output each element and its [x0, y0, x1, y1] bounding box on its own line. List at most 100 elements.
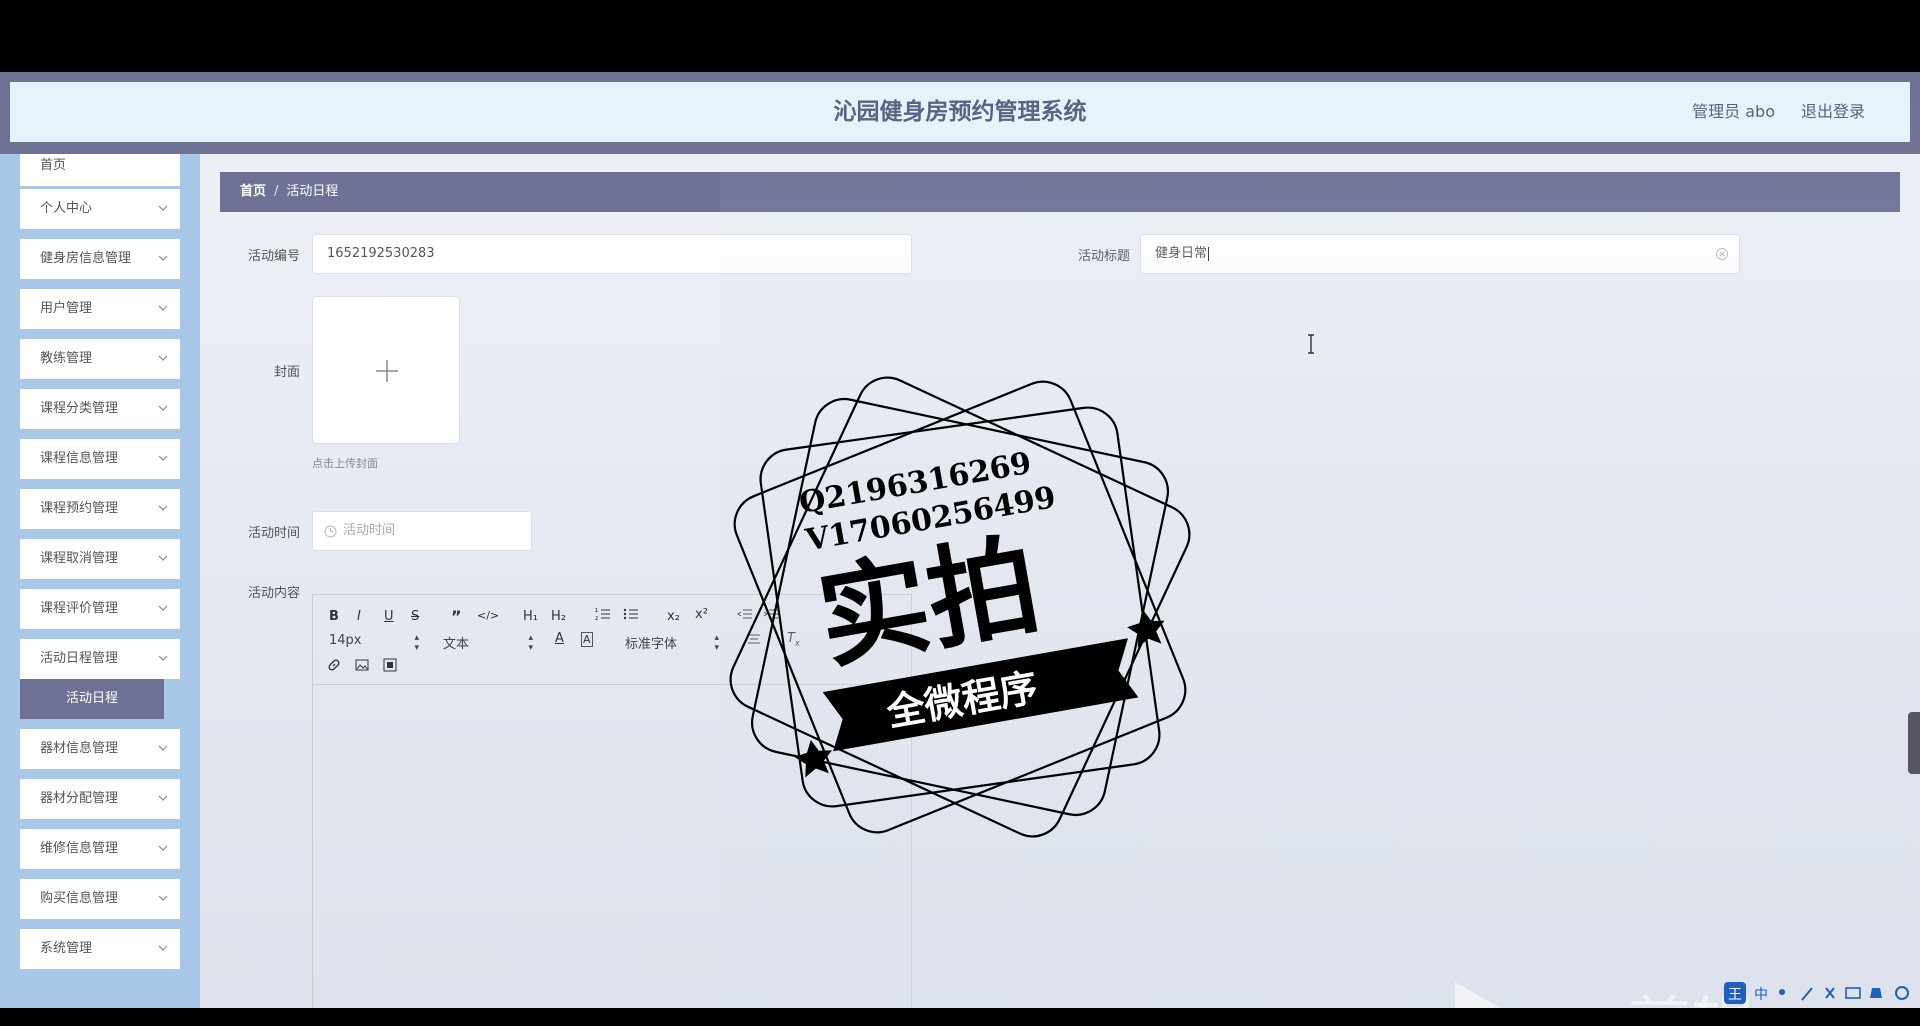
- sidebar-item-label: 器材信息管理: [40, 741, 119, 756]
- sidebar-item-label: 健身房信息管理: [40, 251, 132, 266]
- sidebar: 首页 个人中心 健身房信息管理 用户管理 教练管理 课程分类管理 课程信息管理 …: [0, 154, 200, 1008]
- font-family-value: 标准字体: [625, 637, 678, 652]
- sidebar-item-label: 课程预约管理: [40, 501, 119, 516]
- sidebar-item-label: 系统管理: [40, 941, 93, 956]
- watermark-stamp: Q2196316269 V17060256499 实拍 全微程序: [729, 376, 1191, 838]
- activity-time-placeholder: 活动时间: [343, 523, 396, 538]
- svg-text:2: 2: [595, 616, 598, 621]
- sidebar-item-label: 用户管理: [40, 301, 93, 316]
- subscript-button[interactable]: x₂: [667, 609, 680, 624]
- select-arrow-icon: ▴ ▾: [528, 633, 533, 653]
- chevron-down-icon: [158, 489, 168, 511]
- activity-title-value: 健身日常: [1155, 246, 1208, 261]
- image-icon[interactable]: [355, 658, 369, 676]
- sidebar-item-label: 首页: [40, 158, 67, 173]
- sidebar-item-course-booking[interactable]: 课程预约管理: [20, 489, 180, 529]
- chevron-down-icon: [158, 879, 168, 901]
- heading2-button[interactable]: H₂: [551, 609, 566, 624]
- sidebar-item-course-info[interactable]: 课程信息管理: [20, 439, 180, 479]
- font-size-select[interactable]: 14px ▴ ▾: [329, 633, 419, 653]
- block-type-value: 文本: [443, 637, 470, 652]
- sidebar-item-label: 活动日程管理: [40, 651, 119, 666]
- sidebar-item-label: 教练管理: [40, 351, 93, 366]
- sidebar-item-activity-schedule[interactable]: 活动日程管理: [20, 639, 180, 679]
- chevron-down-icon: [158, 189, 168, 211]
- chevron-down-icon: [158, 639, 168, 661]
- breadcrumb-separator: /: [274, 184, 279, 199]
- code-icon[interactable]: </>: [477, 609, 499, 622]
- text-caret: [1208, 246, 1210, 261]
- sidebar-item-label: 课程信息管理: [40, 451, 119, 466]
- chevron-down-icon: [158, 589, 168, 611]
- svg-text:王: 王: [1728, 987, 1742, 1003]
- font-family-select[interactable]: 标准字体 ▴ ▾: [625, 633, 719, 653]
- sidebar-item-label: 购买信息管理: [40, 891, 119, 906]
- sidebar-item-label: 课程分类管理: [40, 401, 119, 416]
- heading1-button[interactable]: H₁: [523, 609, 538, 624]
- sidebar-item-gym-info[interactable]: 健身房信息管理: [20, 239, 180, 279]
- sidebar-item-home[interactable]: 首页: [20, 154, 180, 186]
- app-window: 沁园健身房预约管理系统 管理员 abo 退出登录 首页 个人中心 健身房信息管理…: [0, 72, 1920, 1008]
- logout-link[interactable]: 退出登录: [1801, 82, 1865, 142]
- chevron-down-icon: [158, 239, 168, 261]
- block-type-select[interactable]: 文本 ▴ ▾: [443, 633, 533, 653]
- sidebar-item-course-cancel[interactable]: 课程取消管理: [20, 539, 180, 579]
- activity-title-input[interactable]: 健身日常: [1140, 234, 1740, 274]
- link-icon[interactable]: [327, 658, 341, 676]
- cover-label: 封面: [273, 365, 300, 380]
- plus-icon: [376, 360, 398, 382]
- sidebar-item-label: 课程评价管理: [40, 601, 119, 616]
- sidebar-item-equipment-info[interactable]: 器材信息管理: [20, 729, 180, 769]
- video-letterbox-top: [0, 0, 1920, 72]
- cover-upload[interactable]: [312, 296, 460, 444]
- sidebar-item-label: 器材分配管理: [40, 791, 119, 806]
- video-icon[interactable]: [383, 658, 397, 676]
- ordered-list-icon[interactable]: 12: [595, 607, 611, 625]
- font-color-button[interactable]: A: [555, 631, 564, 646]
- breadcrumb-home[interactable]: 首页: [240, 184, 266, 199]
- activity-title-label: 活动标题: [1077, 249, 1130, 264]
- app-title: 沁园健身房预约管理系统: [833, 99, 1087, 125]
- chevron-down-icon: [158, 389, 168, 411]
- chevron-down-icon: [158, 339, 168, 361]
- sidebar-item-coaches[interactable]: 教练管理: [20, 339, 180, 379]
- breadcrumb: 首页 / 活动日程: [220, 172, 1900, 212]
- sidebar-item-label: 个人中心: [40, 201, 93, 216]
- sidebar-subitem-activity-schedule[interactable]: 活动日程: [20, 679, 164, 719]
- background-color-icon[interactable]: A: [581, 632, 593, 647]
- chevron-down-icon: [158, 929, 168, 951]
- clock-icon: [324, 525, 337, 538]
- sidebar-item-course-review[interactable]: 课程评价管理: [20, 589, 180, 629]
- select-arrow-icon: ▴ ▾: [714, 633, 719, 653]
- activity-id-input[interactable]: 1652192530283: [312, 234, 912, 274]
- bold-button[interactable]: B: [329, 609, 339, 624]
- sidebar-item-users[interactable]: 用户管理: [20, 289, 180, 329]
- superscript-button[interactable]: x²: [695, 607, 708, 622]
- sidebar-item-purchase-info[interactable]: 购买信息管理: [20, 879, 180, 919]
- select-arrow-icon: ▴ ▾: [414, 633, 419, 653]
- underline-button[interactable]: U: [384, 609, 394, 624]
- blockquote-icon[interactable]: ”: [451, 607, 462, 626]
- clear-icon[interactable]: [1715, 235, 1729, 276]
- sidebar-item-label: 课程取消管理: [40, 551, 119, 566]
- svg-text:1: 1: [595, 608, 598, 614]
- chevron-down-icon: [158, 779, 168, 801]
- header-bar: 沁园健身房预约管理系统 管理员 abo 退出登录: [0, 72, 1920, 154]
- activity-time-picker[interactable]: 活动时间: [312, 511, 532, 551]
- chevron-down-icon: [158, 289, 168, 311]
- strikethrough-button[interactable]: S: [411, 609, 419, 624]
- sidebar-item-course-category[interactable]: 课程分类管理: [20, 389, 180, 429]
- activity-time-label: 活动时间: [247, 526, 300, 541]
- current-user: 管理员 abo: [1692, 102, 1775, 121]
- sidebar-item-equipment-allocation[interactable]: 器材分配管理: [20, 779, 180, 819]
- ime-toolbar: 王 中: [1724, 982, 1909, 1004]
- sidebar-item-repair-info[interactable]: 维修信息管理: [20, 829, 180, 869]
- font-size-value: 14px: [329, 633, 362, 648]
- italic-button[interactable]: I: [357, 609, 361, 624]
- side-panel-handle[interactable]: [1908, 712, 1920, 774]
- sidebar-item-personal-center[interactable]: 个人中心: [20, 189, 180, 229]
- bullet-list-icon[interactable]: [623, 607, 639, 625]
- ime-chinese-mode[interactable]: 中: [1754, 987, 1768, 1003]
- sidebar-item-system[interactable]: 系统管理: [20, 929, 180, 969]
- mouse-ibeam-cursor: [1308, 334, 1314, 354]
